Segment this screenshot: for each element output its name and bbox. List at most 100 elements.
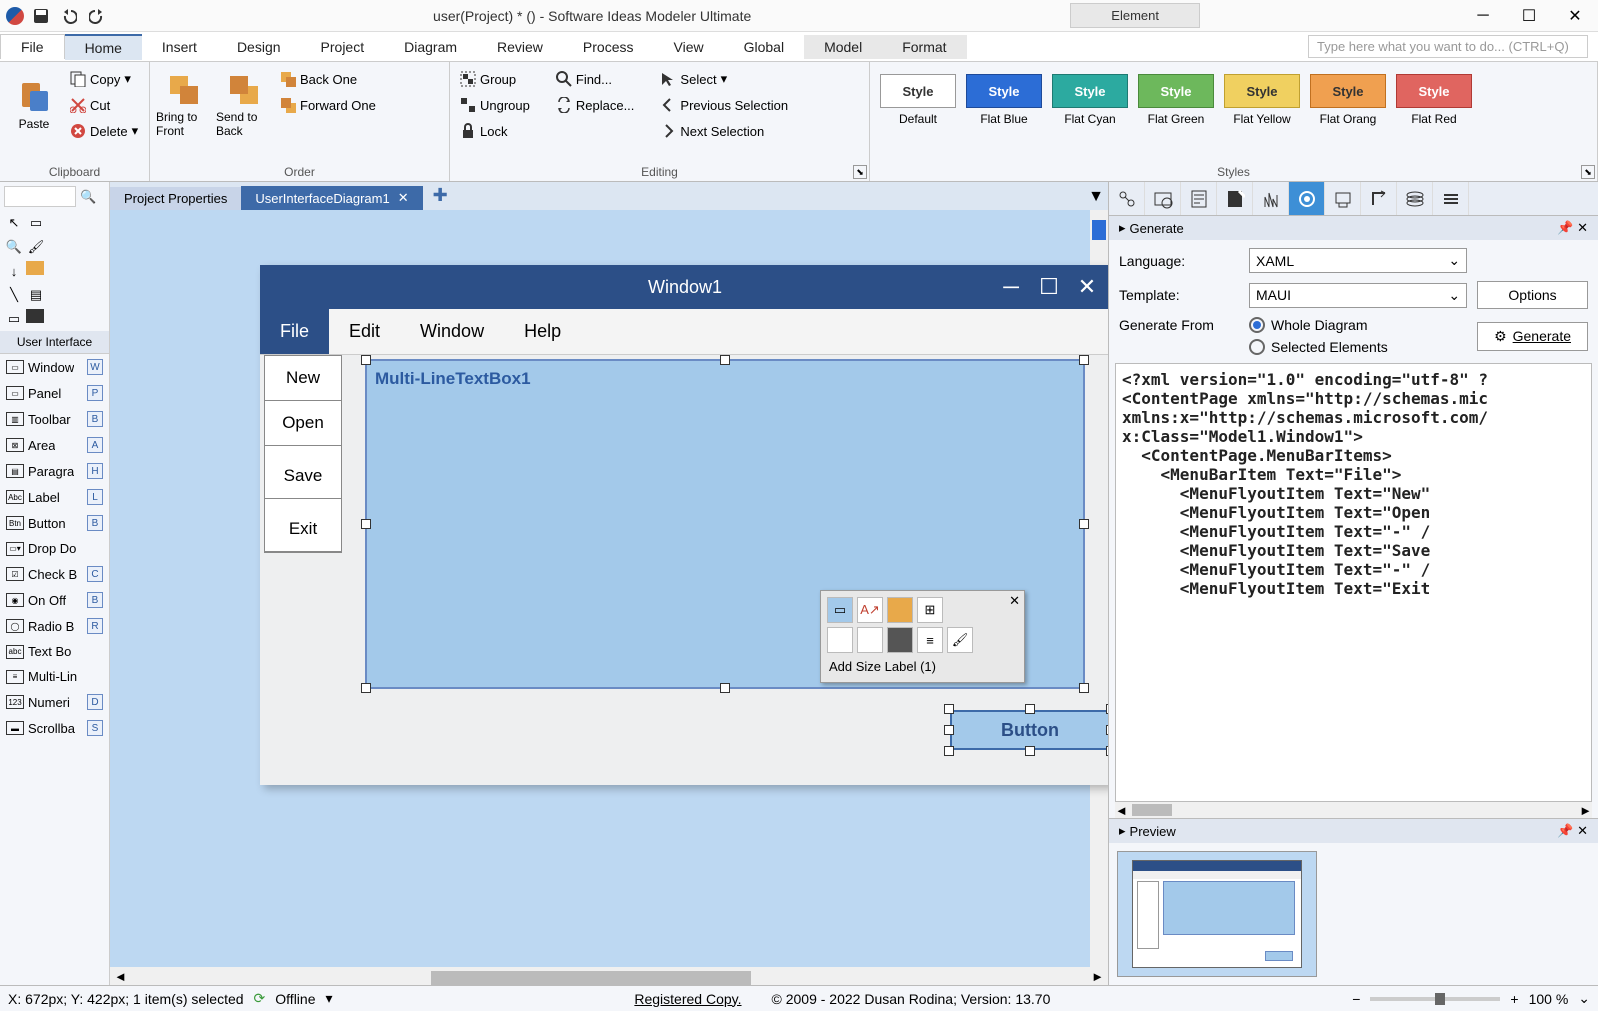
menu-format[interactable]: Format (882, 35, 966, 59)
ui-menu-window[interactable]: Window (400, 309, 504, 354)
rtab-9[interactable] (1397, 182, 1433, 215)
mini-btn-1[interactable]: ▭ (827, 597, 853, 623)
toolbox-item-on-off[interactable]: ◉On OffB (0, 587, 109, 613)
line-tool-icon[interactable]: ╲ (4, 285, 24, 305)
style-swatch-default[interactable]: Style (880, 74, 956, 108)
replace-button[interactable]: Replace... (552, 92, 639, 118)
style-swatch-flat-orang[interactable]: Style (1310, 74, 1386, 108)
language-select[interactable]: XAML⌄ (1249, 248, 1467, 273)
group-button[interactable]: Group (456, 66, 534, 92)
text-tool-icon[interactable]: ▭ (26, 213, 46, 233)
ui-dropdown-exit[interactable]: Exit (265, 507, 341, 552)
mini-btn-5[interactable] (827, 627, 853, 653)
lock-button[interactable]: Lock (456, 118, 534, 144)
menu-model[interactable]: Model (804, 35, 882, 59)
paint-tool-icon[interactable]: 🖌 (26, 237, 46, 257)
rtab-generate[interactable] (1289, 182, 1325, 215)
mini-btn-2[interactable]: A↗ (857, 597, 883, 623)
ui-dropdown-open[interactable]: Open (265, 401, 341, 446)
toolbox-item-window[interactable]: ▭WindowW (0, 354, 109, 380)
code-h-scrollbar[interactable]: ◄► (1115, 802, 1592, 818)
menu-home[interactable]: Home (65, 34, 142, 60)
tab-overflow-icon[interactable]: ▼ (1084, 184, 1108, 210)
mini-btn-brush-icon[interactable]: 🖌 (947, 627, 973, 653)
style-swatch-flat-green[interactable]: Style (1138, 74, 1214, 108)
mini-toolbar-close-icon[interactable]: ✕ (1009, 593, 1020, 609)
search-icon[interactable]: 🔍 (80, 189, 96, 204)
toolbox-search-input[interactable] (4, 186, 76, 207)
tab-project-properties[interactable]: Project Properties (110, 187, 241, 210)
rtab-1[interactable] (1109, 182, 1145, 215)
menu-insert[interactable]: Insert (142, 35, 217, 59)
folder-tool-icon[interactable] (26, 261, 44, 275)
pointer-tool-icon[interactable]: ↖ (4, 213, 24, 233)
status-registered[interactable]: Registered Copy. (634, 991, 741, 1007)
bring-to-front-button[interactable]: Bring to Front (156, 66, 212, 146)
qat-redo-icon[interactable] (86, 5, 108, 27)
help-search-input[interactable]: Type here what you want to do... (CTRL+Q… (1308, 35, 1588, 58)
next-selection-button[interactable]: Next Selection (656, 118, 792, 144)
menu-global[interactable]: Global (724, 35, 804, 59)
rtab-4[interactable] (1217, 182, 1253, 215)
qat-save-icon[interactable] (30, 5, 52, 27)
zoom-slider[interactable] (1370, 997, 1500, 1001)
menu-diagram[interactable]: Diagram (384, 35, 477, 59)
options-button[interactable]: Options (1477, 281, 1588, 309)
styles-launcher[interactable]: ⬊ (1581, 165, 1595, 179)
toolbox-item-drop-do[interactable]: ▭▾Drop Do (0, 536, 109, 561)
menu-file[interactable]: File (0, 34, 65, 59)
rtab-3[interactable] (1181, 182, 1217, 215)
copy-button[interactable]: Copy ▾ (66, 66, 142, 92)
status-sync-icon[interactable]: ⟳ (254, 990, 266, 1007)
ungroup-button[interactable]: Ungroup (456, 92, 534, 118)
toolbox-item-multi-lin[interactable]: ≡Multi-Lin (0, 664, 109, 689)
mini-btn-4[interactable]: ⊞ (917, 597, 943, 623)
mini-btn-folder-icon[interactable] (887, 597, 913, 623)
ui-button-element[interactable]: Button (950, 710, 1108, 750)
rtab-7[interactable] (1325, 182, 1361, 215)
horizontal-scrollbar[interactable]: ◄ ► (110, 967, 1108, 985)
template-select[interactable]: MAUI⌄ (1249, 283, 1467, 308)
forward-one-button[interactable]: Forward One (276, 92, 380, 118)
style-swatch-flat-blue[interactable]: Style (966, 74, 1042, 108)
cut-button[interactable]: Cut (66, 92, 142, 118)
find-button[interactable]: Find... (552, 66, 639, 92)
toolbox-item-scrollba[interactable]: ▬ScrollbaS (0, 715, 109, 741)
rtab-8[interactable] (1361, 182, 1397, 215)
tab-diagram-active[interactable]: UserInterfaceDiagram1✕ (241, 186, 422, 210)
zoom-tool-icon[interactable]: 🔍 (4, 237, 24, 257)
rtab-5[interactable] (1253, 182, 1289, 215)
ui-menu-help[interactable]: Help (504, 309, 581, 354)
previous-selection-button[interactable]: Previous Selection (656, 92, 792, 118)
delete-button[interactable]: Delete ▾ (66, 118, 142, 144)
toolbox-item-toolbar[interactable]: ▥ToolbarB (0, 406, 109, 432)
tab-close-icon[interactable]: ✕ (398, 190, 409, 206)
menu-design[interactable]: Design (217, 35, 301, 59)
paste-button[interactable]: Paste (6, 66, 62, 146)
toolbox-item-label[interactable]: AbcLabelL (0, 484, 109, 510)
mini-btn-align-icon[interactable]: ≡ (917, 627, 943, 653)
context-tab-element[interactable]: Element (1070, 3, 1200, 28)
canvas[interactable]: Window1 ─ ☐ ✕ File Edit Window Help (110, 210, 1108, 967)
maximize-button[interactable]: ☐ (1506, 0, 1552, 32)
toolbox-item-panel[interactable]: ▭PanelP (0, 380, 109, 406)
tab-add-button[interactable]: ✚ (423, 181, 458, 210)
preview-thumbnail[interactable] (1117, 851, 1317, 977)
menu-review[interactable]: Review (477, 35, 563, 59)
zoom-in-button[interactable]: + (1510, 991, 1518, 1007)
ui-dropdown-new[interactable]: New (265, 356, 341, 401)
toolbox-section-header[interactable]: User Interface (0, 331, 109, 354)
rtab-10[interactable] (1433, 182, 1469, 215)
radio-selected-elements[interactable]: Selected Elements (1249, 339, 1467, 355)
toolbox-item-numeri[interactable]: 123NumeriD (0, 689, 109, 715)
ui-window-mockup[interactable]: Window1 ─ ☐ ✕ File Edit Window Help (260, 265, 1108, 785)
mini-btn-6[interactable] (857, 627, 883, 653)
list-tool-icon[interactable]: ▤ (26, 285, 46, 305)
menu-process[interactable]: Process (563, 35, 654, 59)
dark-rect-tool-icon[interactable] (26, 309, 44, 323)
style-swatch-flat-cyan[interactable]: Style (1052, 74, 1128, 108)
connector-tool-icon[interactable]: ↓ (4, 261, 24, 281)
toolbox-item-radio-b[interactable]: ◯Radio BR (0, 613, 109, 639)
style-swatch-flat-red[interactable]: Style (1396, 74, 1472, 108)
ui-menu-edit[interactable]: Edit (329, 309, 400, 354)
